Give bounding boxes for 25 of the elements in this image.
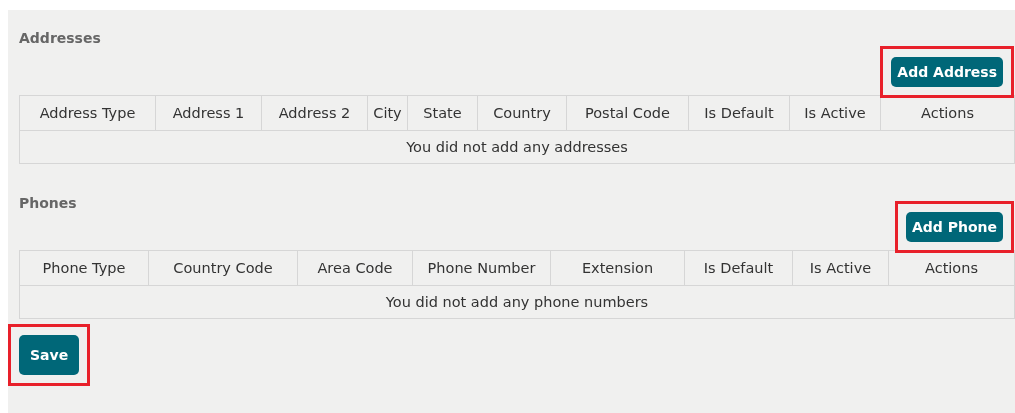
column-header: Extension xyxy=(550,250,685,286)
column-header: Address 1 xyxy=(155,95,262,131)
empty-message: You did not add any phone numbers xyxy=(19,285,1015,319)
section-heading: Phones xyxy=(19,195,78,209)
column-header: Is Active xyxy=(792,250,889,286)
column-header: Address 2 xyxy=(261,95,368,131)
column-header: Is Default xyxy=(684,250,793,286)
column-header: Country Code xyxy=(148,250,298,286)
column-header: Phone Type xyxy=(19,250,149,286)
column-header: Phone Number xyxy=(412,250,551,286)
column-header: Address Type xyxy=(19,95,156,131)
add-button[interactable]: Add Address xyxy=(891,57,1003,87)
column-header: Postal Code xyxy=(566,95,689,131)
column-header: City xyxy=(367,95,408,131)
column-header: Is Default xyxy=(688,95,790,131)
column-header: Country xyxy=(477,95,567,131)
column-header: State xyxy=(407,95,478,131)
empty-message: You did not add any addresses xyxy=(19,130,1015,164)
column-header: Actions xyxy=(888,250,1015,286)
save-button[interactable]: Save xyxy=(19,335,80,375)
column-header: Area Code xyxy=(297,250,413,286)
section-heading: Addresses xyxy=(19,30,102,44)
column-header: Actions xyxy=(880,95,1015,131)
add-button[interactable]: Add Phone xyxy=(905,212,1003,242)
column-header: Is Active xyxy=(789,95,881,131)
